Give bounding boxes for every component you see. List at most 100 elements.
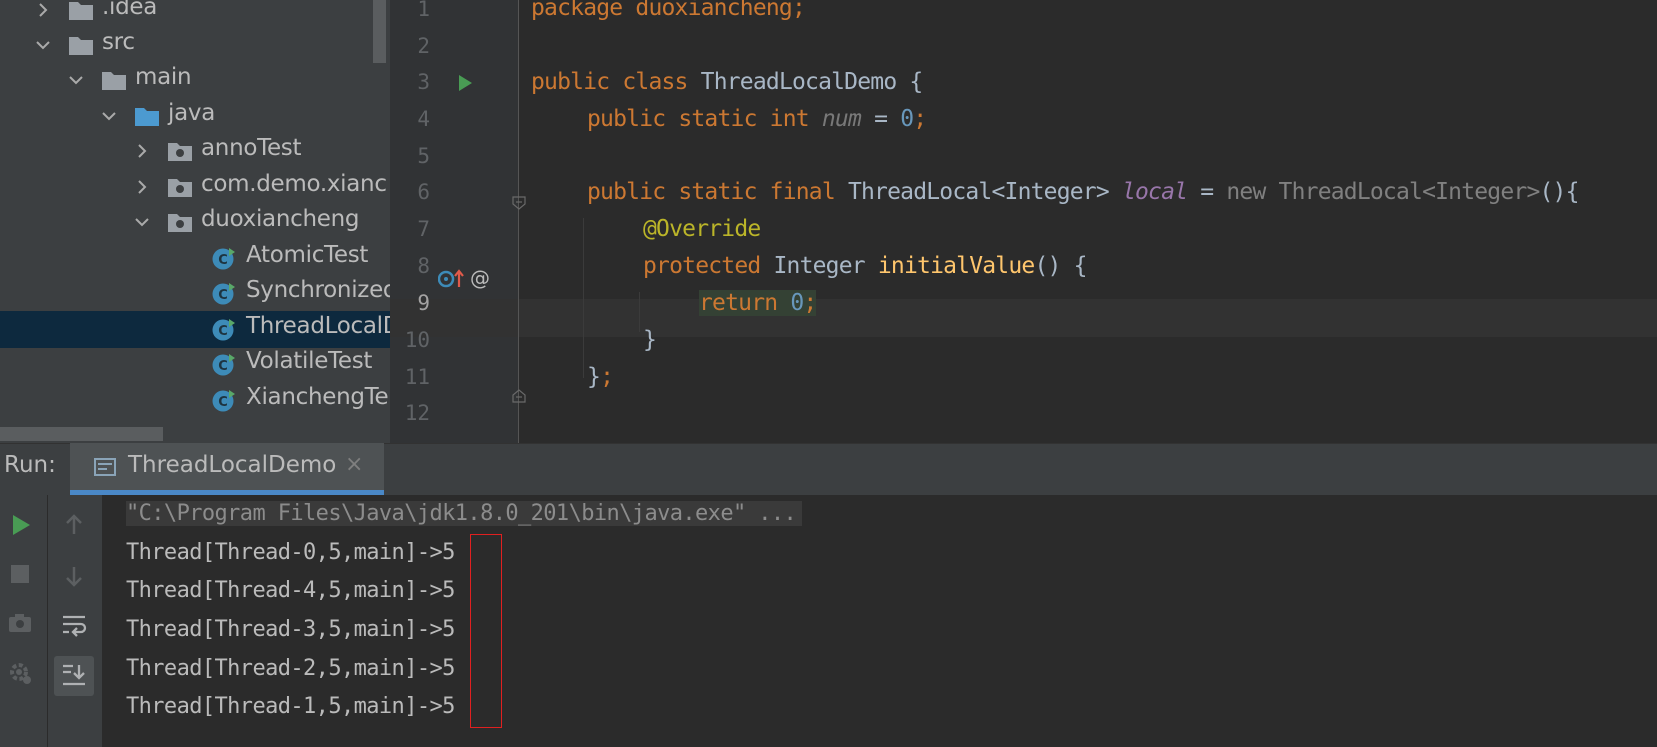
indent-guide [583, 218, 584, 378]
svg-text:C: C [218, 253, 228, 268]
line-number: 11 [404, 365, 430, 389]
down-arrow-icon[interactable] [62, 563, 86, 589]
java-class-icon: C [212, 248, 235, 270]
line-number: 12 [404, 401, 430, 425]
tree-item-label: duoxiancheng [201, 206, 360, 232]
console-output-line: Thread[Thread-2,5,main]->5 [126, 656, 455, 681]
run-class-icon[interactable] [456, 73, 474, 93]
package-icon [168, 143, 192, 161]
rerun-icon[interactable] [9, 512, 33, 538]
indent-guide [639, 292, 640, 332]
stop-icon[interactable] [9, 563, 31, 585]
fold-close-icon[interactable] [512, 389, 526, 403]
tree-item-label: Synchronized [246, 277, 390, 303]
code-line-1: package duoxiancheng; [531, 0, 806, 21]
close-icon[interactable]: × [345, 452, 363, 477]
tree-vertical-scrollbar[interactable] [373, 0, 386, 63]
tree-item-atomictest[interactable]: C AtomicTest [0, 240, 390, 277]
chevron-right-icon[interactable] [132, 177, 152, 197]
chevron-down-icon[interactable] [99, 106, 119, 126]
package-icon [168, 179, 192, 197]
tree-horizontal-scrollbar[interactable] [0, 427, 163, 441]
code-line-8: protected Integer initialValue() { [643, 253, 1087, 279]
operator: = [1187, 179, 1227, 205]
folder-icon [102, 72, 126, 90]
tree-item-label: java [168, 100, 215, 126]
line-number: 5 [417, 144, 430, 168]
override-method-icon[interactable] [438, 267, 466, 291]
tree-item-label: AtomicTest [246, 242, 369, 268]
run-tab-label[interactable]: ThreadLocalDemo [128, 452, 336, 478]
java-class-icon: C [212, 319, 235, 341]
line-number: 7 [417, 217, 430, 241]
tree-item-duoxiancheng[interactable]: duoxiancheng [0, 204, 390, 241]
class-name: ThreadLocalDemo { [687, 69, 924, 95]
keyword: return [699, 290, 778, 316]
code-line-6: public static final ThreadLocal<Integer>… [587, 179, 1579, 205]
svg-text:C: C [218, 395, 228, 410]
tree-item-label: com.demo.xianc [201, 171, 387, 197]
type-name: Integer [760, 253, 878, 279]
new-expression: new ThreadLocal<Integer> [1226, 179, 1540, 205]
tree-item-com-demo[interactable]: com.demo.xianc [0, 169, 390, 206]
console-output-line: Thread[Thread-3,5,main]->5 [126, 617, 455, 642]
tree-item-annotest[interactable]: annoTest [0, 133, 390, 170]
code-tail: (){ [1539, 179, 1580, 205]
tree-item-main[interactable]: main [0, 62, 390, 99]
svg-text:C: C [218, 359, 228, 374]
tree-item-label: VolatileTest [246, 348, 373, 374]
settings-icon[interactable] [7, 660, 33, 686]
java-class-icon: C [212, 354, 235, 376]
folder-icon [69, 2, 93, 20]
keyword: public static int [587, 106, 810, 132]
semicolon: ; [913, 106, 927, 132]
line-number: 2 [417, 34, 430, 58]
code-line-11: }; [587, 364, 614, 390]
scroll-to-end-icon[interactable] [60, 662, 88, 690]
semicolon: ; [600, 364, 614, 390]
chevron-right-icon[interactable] [33, 0, 53, 20]
type-name: ThreadLocal<Integer> [834, 179, 1122, 205]
line-number: 8 [417, 254, 430, 278]
svg-text:C: C [218, 288, 228, 303]
closing-brace: } [643, 327, 657, 353]
soft-wrap-icon[interactable] [60, 612, 88, 638]
source-folder-icon [135, 108, 159, 126]
tree-item-threadlocaldemo[interactable]: C ThreadLocalD [0, 311, 390, 348]
tree-item-idea[interactable]: .idea [0, 0, 390, 29]
code-line-3: public class ThreadLocalDemo { [531, 69, 924, 95]
field-name: local [1121, 179, 1188, 205]
chevron-down-icon[interactable] [33, 35, 53, 55]
annotation-gutter-icon[interactable]: @ [468, 266, 492, 290]
up-arrow-icon[interactable] [62, 512, 86, 538]
keyword: public static final [587, 179, 836, 205]
line-number: 10 [404, 328, 430, 352]
console-output-line: Thread[Thread-1,5,main]->5 [126, 694, 455, 719]
console-command-line: "C:\Program Files\Java\jdk1.8.0_201\bin\… [126, 501, 803, 526]
keyword: class [622, 69, 688, 95]
svg-text:C: C [218, 324, 228, 339]
tree-item-src[interactable]: src [0, 27, 390, 64]
closing-brace: } [587, 364, 601, 390]
tree-item-label: ThreadLocalD [246, 313, 390, 339]
folder-icon [69, 37, 93, 55]
fold-open-icon[interactable] [512, 196, 526, 210]
tree-item-label: XianchengTe [246, 384, 389, 410]
keyword: package [531, 0, 623, 21]
tree-item-java[interactable]: java [0, 98, 390, 135]
tree-item-volatiletest[interactable]: C VolatileTest [0, 346, 390, 383]
tree-item-label: src [102, 29, 135, 55]
screenshot-icon[interactable] [7, 612, 33, 634]
annotation: @Override [643, 216, 761, 242]
tree-item-xianchengtest[interactable]: C XianchengTe [0, 382, 390, 419]
chevron-right-icon[interactable] [132, 141, 152, 161]
run-label: Run: [4, 452, 56, 478]
tree-item-synchronized[interactable]: C Synchronized [0, 275, 390, 312]
chevron-down-icon[interactable] [132, 212, 152, 232]
java-class-icon: C [212, 283, 235, 305]
field-name: num [821, 106, 862, 132]
code-tail: () { [1034, 253, 1087, 279]
chevron-down-icon[interactable] [66, 70, 86, 90]
gutter-separator [518, 0, 519, 443]
red-annotation-box [470, 534, 502, 728]
